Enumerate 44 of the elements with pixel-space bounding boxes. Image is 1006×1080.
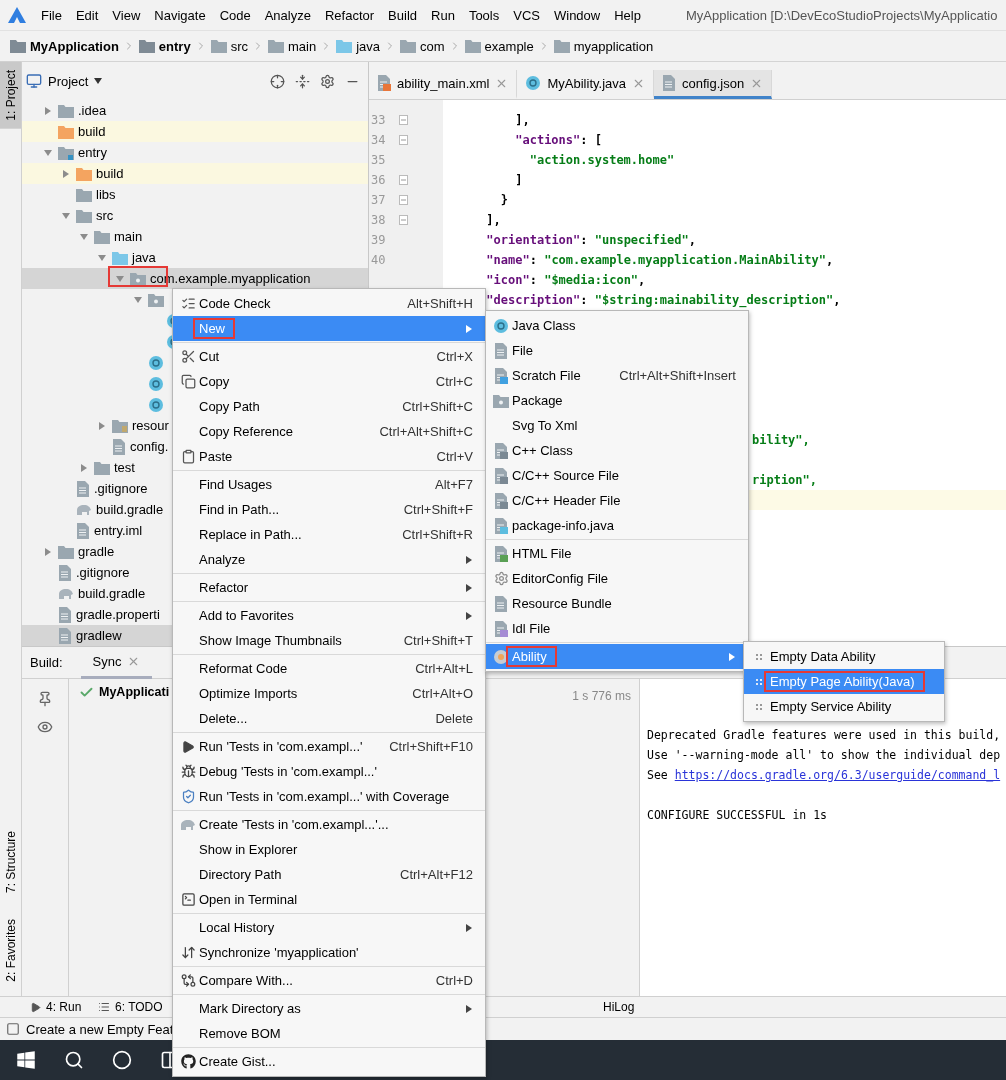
code-line: "actions": [ (514, 133, 602, 147)
line-number: 35 (370, 153, 387, 167)
console-line: CONFIGURE SUCCESSFUL in 1s (647, 807, 828, 824)
line-number: 34 (370, 133, 387, 147)
shortcut-text: Ctrl+X (435, 349, 473, 364)
shortcut-text: Ctrl+Shift+C (401, 399, 473, 414)
console-text: See (647, 768, 669, 782)
console-line: Use '--warning-mode all' to show the individual dep (647, 747, 1002, 764)
line-number: 39 (370, 233, 387, 247)
shortcut-text: Ctrl+Shift+R (401, 527, 473, 542)
code-line: ription", (752, 473, 818, 487)
shortcut-text: Delete (434, 711, 473, 726)
code-line: "orientation": "unspecified", (485, 233, 696, 247)
shortcut-text: Ctrl+C (434, 374, 473, 389)
line-number: 40 (370, 253, 387, 267)
shortcut-text: Ctrl+D (434, 973, 473, 988)
shortcut-text: Ctrl+Alt+F12 (399, 867, 473, 882)
line-number: 37 (370, 193, 387, 207)
line-number: 36 (370, 173, 387, 187)
shortcut-text: Ctrl+V (435, 449, 473, 464)
code-line: } (499, 193, 509, 207)
code-line: ], (485, 213, 501, 227)
code-line: "icon": "$media:icon", (485, 273, 646, 287)
duration-text: 1 s 776 ms (572, 689, 631, 703)
line-number: 38 (370, 213, 387, 227)
code-line: bility", (752, 433, 810, 447)
code-line: ] (514, 173, 523, 187)
shortcut-text: Ctrl+Shift+T (402, 633, 473, 648)
shortcut-text: Ctrl+Alt+L (414, 661, 473, 676)
code-line: "action.system.home" (528, 153, 675, 167)
code-line: ], (514, 113, 530, 127)
shortcut-text: Ctrl+Alt+O (411, 686, 473, 701)
shortcut-text: Ctrl+Alt+Shift+C (378, 424, 473, 439)
shortcut-text: Ctrl+Alt+Shift+Insert (618, 368, 736, 383)
line-number: 33 (370, 113, 387, 127)
console-line: Deprecated Gradle features were used in this build, (647, 727, 1002, 744)
shortcut-text: Ctrl+Shift+F10 (388, 739, 473, 754)
shortcut-text: Ctrl+Shift+F (402, 502, 473, 517)
shortcut-text: Alt+Shift+H (406, 296, 473, 311)
status-text: Create a new Empty Feat (26, 1021, 174, 1037)
window-title: MyApplication [D:\DevEcoStudioProjects\MyApplicatio (685, 7, 998, 23)
panel-label: Build: (30, 655, 63, 670)
shortcut-text: Alt+F7 (434, 477, 473, 492)
code-line: "name": "com.example.myapplication.MainAbility", (485, 253, 834, 267)
